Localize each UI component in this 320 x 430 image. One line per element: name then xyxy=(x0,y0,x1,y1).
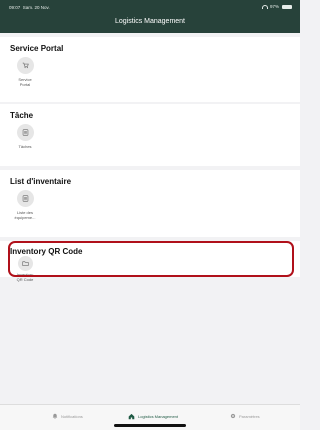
list-icon xyxy=(22,129,28,136)
bell-icon xyxy=(52,413,58,419)
tab-label: Notifications xyxy=(61,413,83,419)
tile-label: Liste des équipeme... xyxy=(14,210,36,220)
tab-notifications[interactable]: Notifications xyxy=(52,413,83,419)
home-icon xyxy=(128,413,135,420)
tab-label: Paramètres xyxy=(239,413,260,419)
status-time: 09:07 Sam. 20 Nov. xyxy=(9,5,50,10)
status-time-value: 09:07 xyxy=(9,5,21,10)
list-icon xyxy=(22,195,28,202)
tile-liste-equipements[interactable]: Liste des équipeme... xyxy=(10,190,40,220)
section-service-portal: Service Portal Service Portal xyxy=(0,37,300,102)
wifi-icon xyxy=(261,4,268,9)
home-indicator xyxy=(114,424,186,427)
section-title: List d'inventaire xyxy=(10,177,72,186)
battery-percent: 97% xyxy=(269,4,279,9)
tile-label: Tâches xyxy=(18,144,32,149)
tab-parametres[interactable]: Paramètres xyxy=(230,413,260,419)
tab-logistics-management[interactable]: Logistics Management xyxy=(128,413,178,420)
section-tache: Tâche Tâches xyxy=(0,104,300,166)
section-title: Tâche xyxy=(10,111,34,120)
cart-icon xyxy=(22,62,29,69)
status-right: 97% xyxy=(261,4,292,9)
page-title: Logistics Management xyxy=(114,18,186,25)
status-date: Sam. 20 Nov. xyxy=(22,5,50,10)
status-bar: 09:07 Sam. 20 Nov. 97% xyxy=(0,0,300,14)
tile-label: Service Portal xyxy=(18,77,32,87)
section-list-inventaire: List d'inventaire Liste des équipeme... xyxy=(0,170,300,237)
tab-label: Logistics Management xyxy=(138,414,179,419)
tile-icon-circle xyxy=(16,57,34,74)
battery-icon xyxy=(282,4,292,9)
tile-taches[interactable]: Tâches xyxy=(10,124,40,149)
tile-icon-circle xyxy=(16,190,34,207)
tile-service-portal[interactable]: Service Portal xyxy=(10,57,40,87)
app-header: 09:07 Sam. 20 Nov. 97% Logistics Managem… xyxy=(0,0,300,33)
tile-icon-circle xyxy=(16,124,34,141)
section-title: Service Portal xyxy=(10,44,64,53)
highlight-box xyxy=(8,241,294,277)
gear-icon xyxy=(230,413,236,419)
